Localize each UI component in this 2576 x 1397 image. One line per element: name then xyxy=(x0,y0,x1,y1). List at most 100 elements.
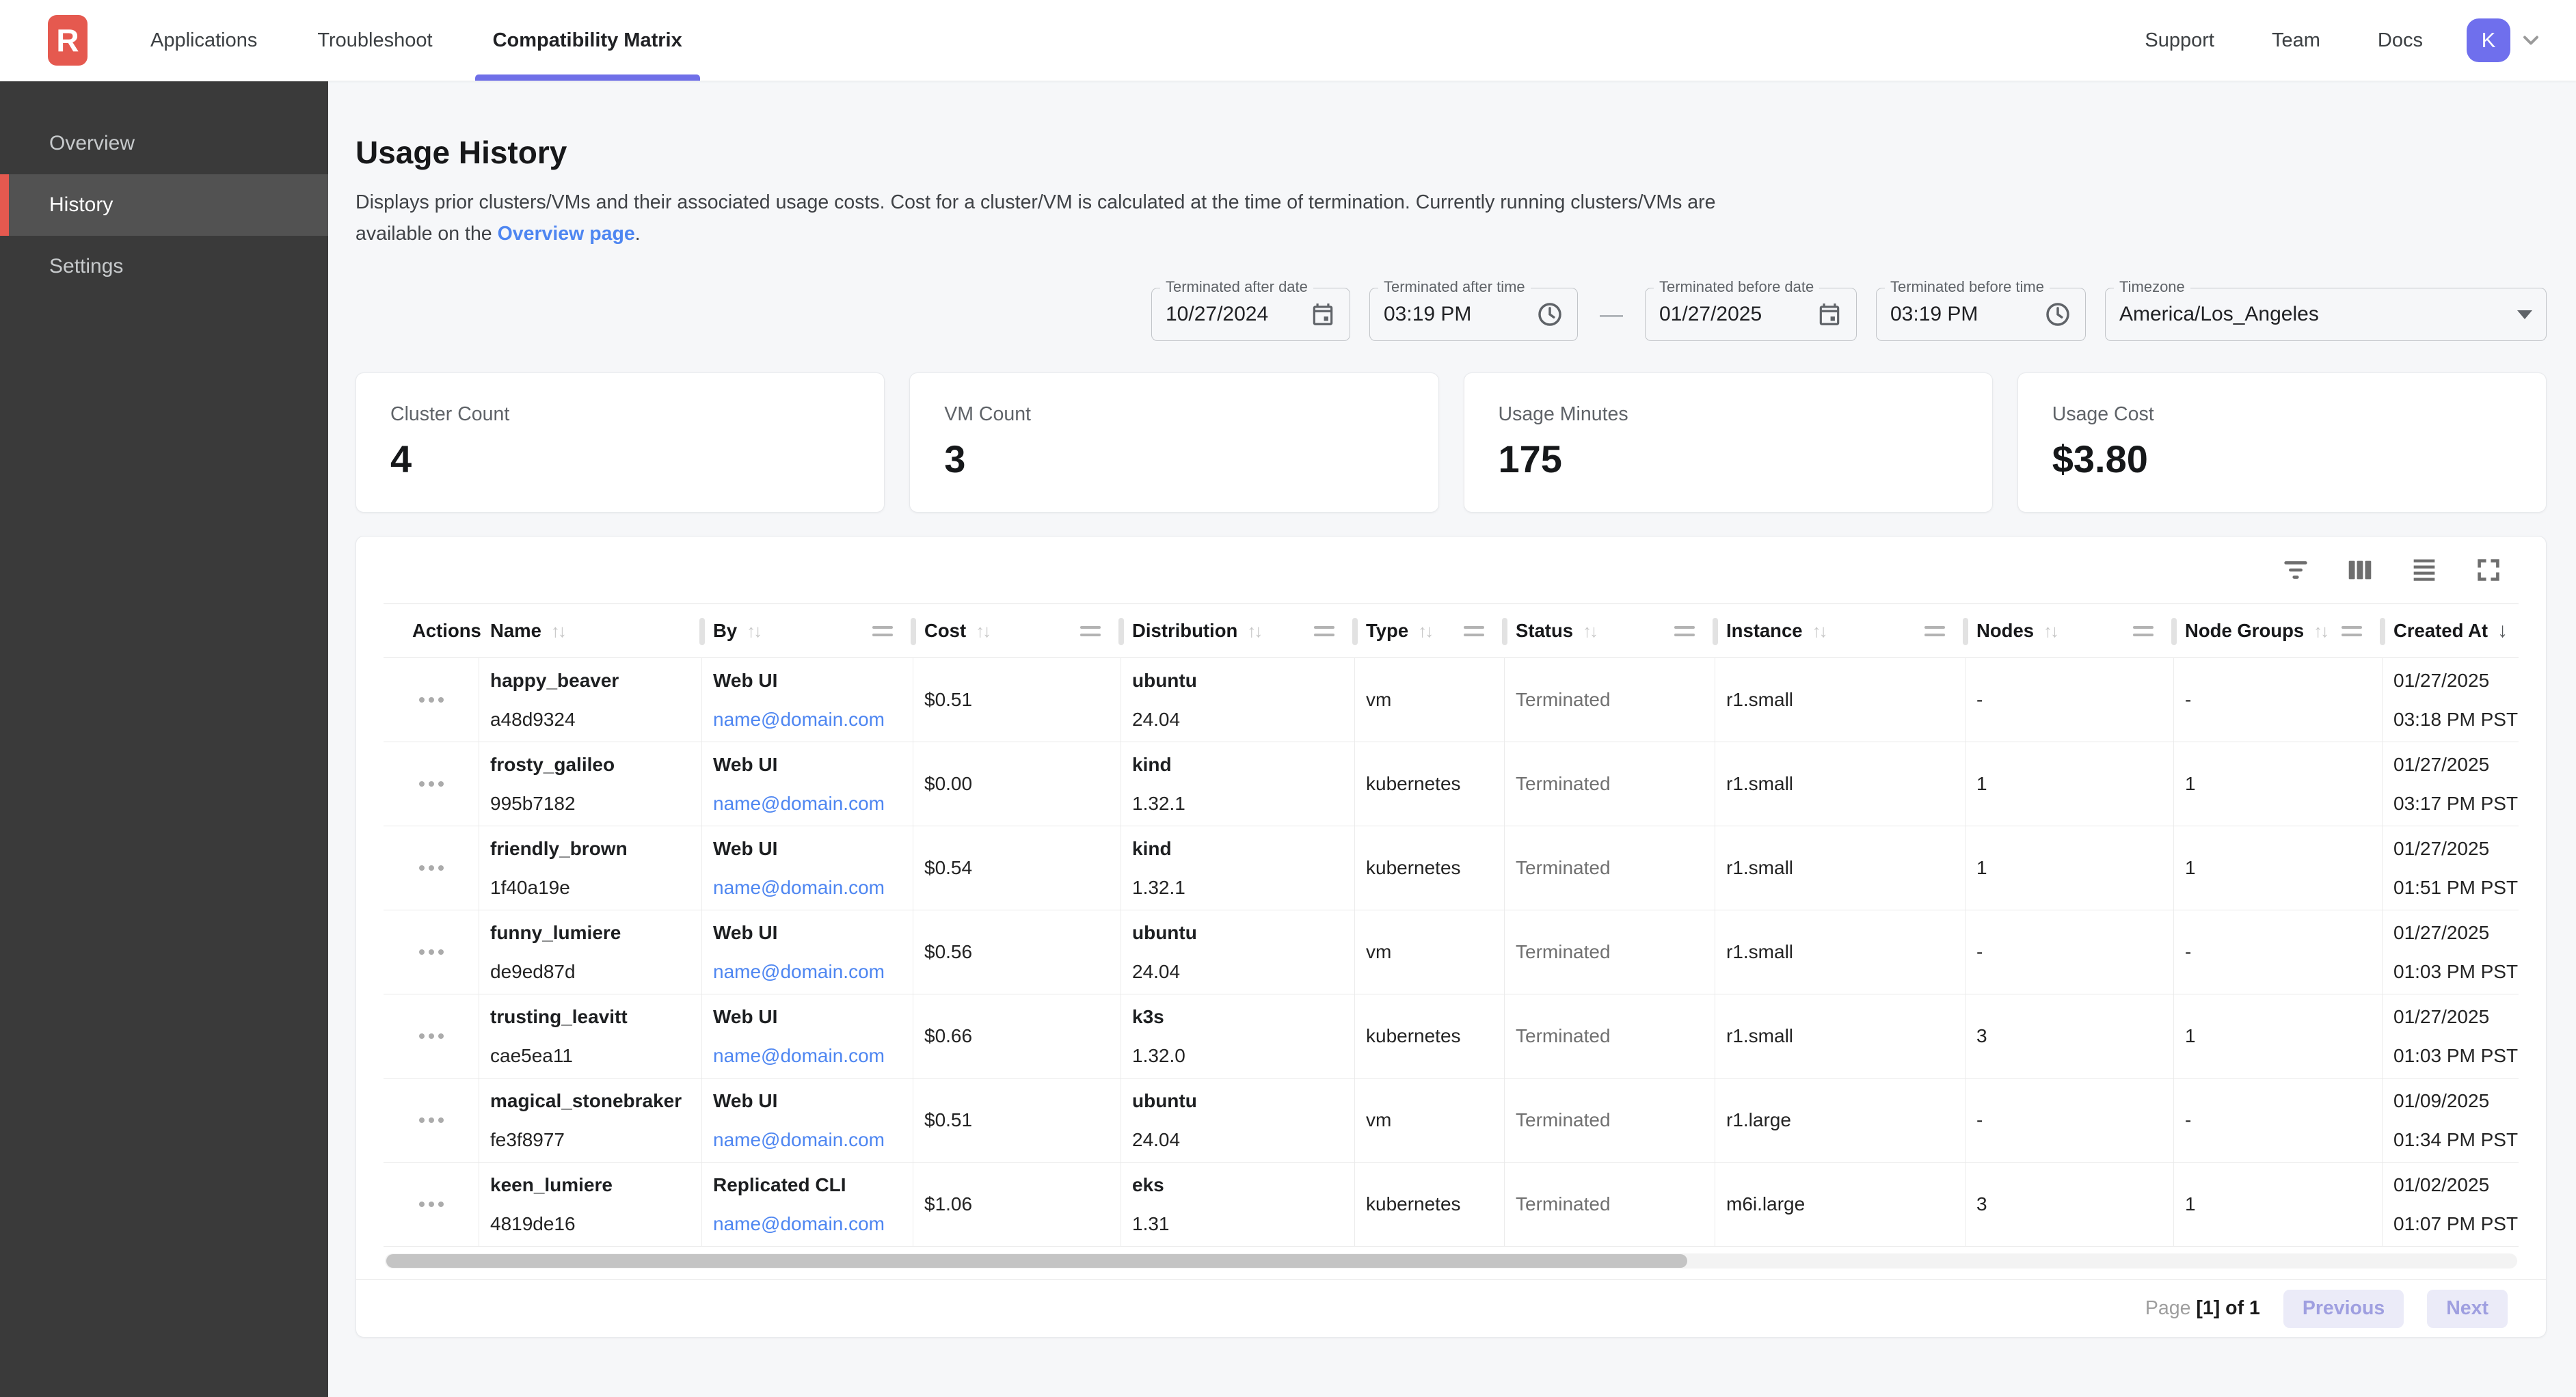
nodes-value: 1 xyxy=(1976,773,2173,795)
link-support[interactable]: Support xyxy=(2145,29,2214,52)
by-email-link[interactable]: name@domain.com xyxy=(713,877,913,899)
cell-name: trusting_leavitt cae5ea11 xyxy=(479,994,702,1078)
nodes-value: - xyxy=(1976,941,2173,963)
sidebar-item-settings[interactable]: Settings xyxy=(0,236,328,297)
equals-menu-icon[interactable] xyxy=(1924,626,1945,636)
sort-arrows-icon[interactable]: ↑↓ xyxy=(747,621,760,642)
equals-menu-icon[interactable] xyxy=(2342,626,2362,636)
sidebar: Overview History Settings xyxy=(0,81,328,1397)
tab-applications[interactable]: Applications xyxy=(133,0,275,81)
link-docs[interactable]: Docs xyxy=(2378,29,2423,52)
more-dots-icon[interactable] xyxy=(412,1111,451,1130)
sort-arrows-icon[interactable]: ↑↓ xyxy=(2043,621,2057,642)
terminated-after-date-field[interactable]: Terminated after date 10/27/2024 xyxy=(1151,288,1350,341)
terminated-before-date-field[interactable]: Terminated before date 01/27/2025 xyxy=(1645,288,1857,341)
account-menu[interactable]: K xyxy=(2467,18,2543,62)
sort-arrows-icon[interactable]: ↑↓ xyxy=(1583,621,1596,642)
cell-type: vm xyxy=(1355,658,1505,742)
dropdown-arrow-icon[interactable] xyxy=(2517,310,2532,319)
equals-menu-icon[interactable] xyxy=(1314,626,1334,636)
clock-icon[interactable] xyxy=(1536,301,1564,328)
more-dots-icon[interactable] xyxy=(412,858,451,878)
table-row: frosty_galileo 995b7182 Web UI name@doma… xyxy=(384,742,2519,826)
by-email-link[interactable]: name@domain.com xyxy=(713,1045,913,1067)
equals-menu-icon[interactable] xyxy=(1080,626,1101,636)
sort-desc-icon[interactable]: ↓ xyxy=(2497,619,2508,642)
column-label: Actions xyxy=(412,620,481,642)
column-header-node-groups[interactable]: Node Groups↑↓ xyxy=(2174,604,2383,657)
overview-page-link[interactable]: Overview page xyxy=(498,223,635,245)
timezone-select[interactable]: Timezone America/Los_Angeles xyxy=(2105,288,2547,341)
cell-type: vm xyxy=(1355,1079,1505,1162)
cell-cost: $0.66 xyxy=(913,994,1121,1078)
column-label: Created At xyxy=(2393,620,2488,642)
stat-vm-count: VM Count 3 xyxy=(909,372,1438,513)
sort-arrows-icon[interactable]: ↑↓ xyxy=(1812,621,1826,642)
sort-arrows-icon[interactable]: ↑↓ xyxy=(551,621,565,642)
cell-created-at: 01/27/2025 01:51 PM PST xyxy=(2383,826,2520,910)
cluster-id: a48d9324 xyxy=(490,709,701,731)
column-header-cost[interactable]: Cost↑↓ xyxy=(913,604,1121,657)
column-header-by[interactable]: By↑↓ xyxy=(702,604,913,657)
columns-icon[interactable] xyxy=(2342,552,2378,588)
tab-compatibility-matrix[interactable]: Compatibility Matrix xyxy=(475,0,700,81)
field-value: 03:19 PM xyxy=(1384,303,1471,326)
app-logo[interactable]: R xyxy=(48,15,88,66)
equals-menu-icon[interactable] xyxy=(1674,626,1695,636)
stat-value: $3.80 xyxy=(2052,437,2512,481)
horizontal-scrollbar[interactable] xyxy=(385,1253,2517,1269)
stat-label: Usage Minutes xyxy=(1499,403,1958,426)
sidebar-item-history[interactable]: History xyxy=(0,174,328,236)
sort-arrows-icon[interactable]: ↑↓ xyxy=(1247,621,1261,642)
chevron-down-icon[interactable] xyxy=(2519,28,2543,53)
terminated-after-time-field[interactable]: Terminated after time 03:19 PM xyxy=(1369,288,1578,341)
type-value: kubernetes xyxy=(1366,773,1504,795)
by-email-link[interactable]: name@domain.com xyxy=(713,961,913,983)
scrollbar-thumb[interactable] xyxy=(386,1254,1687,1268)
next-page-button[interactable]: Next xyxy=(2427,1290,2508,1328)
column-header-instance[interactable]: Instance↑↓ xyxy=(1715,604,1965,657)
column-header-status[interactable]: Status↑↓ xyxy=(1505,604,1715,657)
cell-actions xyxy=(384,658,479,742)
column-header-type[interactable]: Type↑↓ xyxy=(1355,604,1505,657)
by-email-link[interactable]: name@domain.com xyxy=(713,1129,913,1151)
sort-arrows-icon[interactable]: ↑↓ xyxy=(976,621,989,642)
by-email-link[interactable]: name@domain.com xyxy=(713,1213,913,1235)
tab-troubleshoot[interactable]: Troubleshoot xyxy=(299,0,450,81)
sidebar-item-overview[interactable]: Overview xyxy=(0,113,328,174)
calendar-icon[interactable] xyxy=(1816,301,1842,327)
table-toolbar xyxy=(356,537,2546,603)
cell-distribution: eks 1.31 xyxy=(1121,1163,1355,1246)
cell-nodes: 3 xyxy=(1965,994,2174,1078)
link-team[interactable]: Team xyxy=(2272,29,2320,52)
by-email-link[interactable]: name@domain.com xyxy=(713,793,913,815)
cell-distribution: ubuntu 24.04 xyxy=(1121,1079,1355,1162)
more-dots-icon[interactable] xyxy=(412,690,451,709)
cell-type: kubernetes xyxy=(1355,994,1505,1078)
cell-cost: $0.51 xyxy=(913,1079,1121,1162)
avatar[interactable]: K xyxy=(2467,18,2510,62)
previous-page-button[interactable]: Previous xyxy=(2283,1290,2404,1328)
column-header-name[interactable]: Name↑↓ xyxy=(479,604,702,657)
column-header-created-at[interactable]: Created At ↓ xyxy=(2383,604,2520,657)
column-header-nodes[interactable]: Nodes↑↓ xyxy=(1965,604,2174,657)
more-dots-icon[interactable] xyxy=(412,942,451,962)
calendar-icon[interactable] xyxy=(1310,301,1336,327)
clock-icon[interactable] xyxy=(2044,301,2071,328)
page-description-suffix: . xyxy=(635,223,641,245)
cell-node-groups: - xyxy=(2174,910,2383,994)
more-dots-icon[interactable] xyxy=(412,1195,451,1214)
fullscreen-icon[interactable] xyxy=(2471,552,2506,588)
terminated-before-time-field[interactable]: Terminated before time 03:19 PM xyxy=(1876,288,2086,341)
by-email-link[interactable]: name@domain.com xyxy=(713,709,913,731)
equals-menu-icon[interactable] xyxy=(1464,626,1484,636)
equals-menu-icon[interactable] xyxy=(872,626,893,636)
sort-arrows-icon[interactable]: ↑↓ xyxy=(2313,621,2327,642)
more-dots-icon[interactable] xyxy=(412,1027,451,1046)
density-icon[interactable] xyxy=(2406,552,2442,588)
column-header-distribution[interactable]: Distribution↑↓ xyxy=(1121,604,1355,657)
more-dots-icon[interactable] xyxy=(412,774,451,794)
sort-arrows-icon[interactable]: ↑↓ xyxy=(1418,621,1432,642)
filter-icon[interactable] xyxy=(2278,552,2313,588)
equals-menu-icon[interactable] xyxy=(2133,626,2154,636)
